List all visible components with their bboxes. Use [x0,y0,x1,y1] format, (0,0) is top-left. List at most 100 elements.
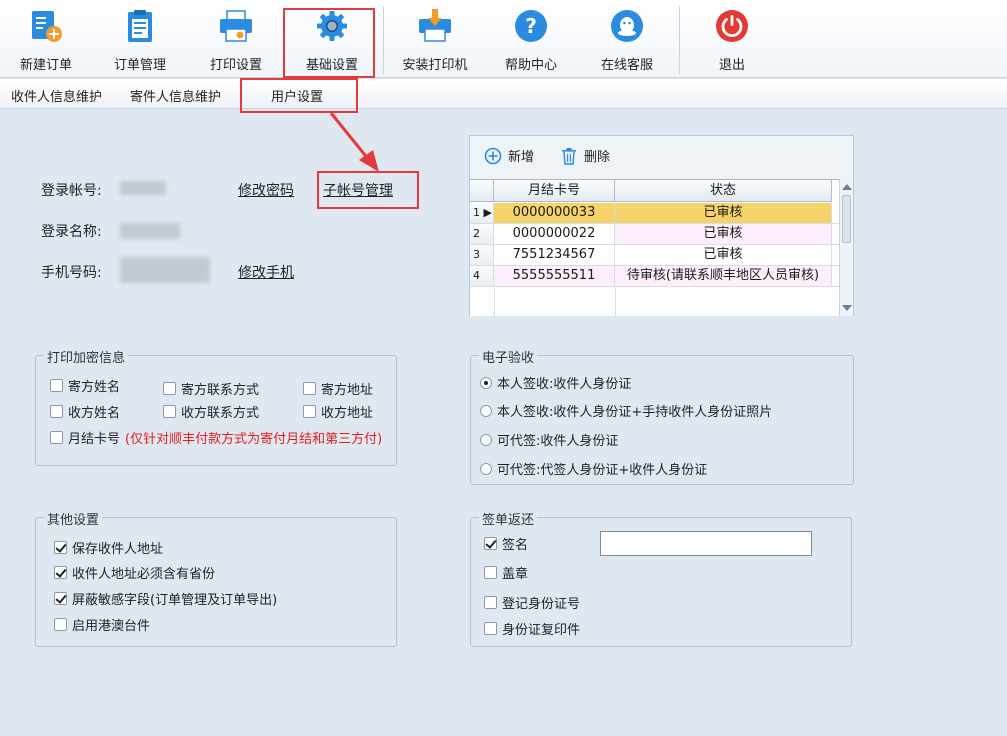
monthly-card-grid: 月结卡号 状态 1 ▶ 0000000033 已审核 2 0000000022 … [470,179,840,317]
change-password-link[interactable]: 修改密码 [238,180,294,200]
grid-column-line [615,288,616,317]
power-icon [716,10,748,42]
login-account-label: 登录帐号: [41,183,102,199]
id-copy-checkbox[interactable]: 身份证复印件 [484,619,580,638]
help-icon: ? [515,10,547,42]
gear-icon [317,11,347,41]
grid-column-line [494,288,495,317]
install-printer-label: 安装打印机 [402,58,468,73]
phone-label: 手机号码: [41,265,102,281]
signature-input[interactable] [600,531,812,556]
delete-button[interactable]: 删除 [560,146,610,165]
e-receipt-title: 电子验收 [479,347,538,366]
grid-header-status[interactable]: 状态 [615,180,832,202]
sign-return-group: 签单返还 签名 盖章 登记身份证号 身份证复印件 [470,509,852,647]
add-label: 新增 [508,150,535,165]
row-number: 4 [470,266,494,286]
help-center-label: 帮助中心 [504,58,557,73]
receiver-name-checkbox[interactable]: 收方姓名 [50,402,120,421]
sub-tab-bar: 收件人信息维护 寄件人信息维护 用户设置 [0,79,1007,109]
masked-phone [120,257,210,283]
new-order-button[interactable]: 新建订单 [0,6,92,74]
require-province-checkbox[interactable]: 收件人地址必须含有省份 [54,563,215,582]
card-cell: 7551234567 [494,245,615,265]
exit-label: 退出 [718,58,745,73]
table-row[interactable]: 4 5555555511 待审核(请联系顺丰地区人员审核) [470,266,840,287]
add-button[interactable]: 新增 [484,146,534,165]
help-center-button[interactable]: ? 帮助中心 [485,6,577,74]
tab-user-settings[interactable]: 用户设置 [271,86,323,105]
grid-toolbar: 新增 删除 [470,136,853,178]
card-cell: 0000000033 [494,203,615,223]
scroll-up-icon[interactable] [842,184,852,190]
grid-scrollbar[interactable] [839,179,853,316]
status-cell: 已审核 [615,245,832,265]
receipt-option-proxy-id[interactable]: 可代签:收件人身份证 [480,430,618,449]
receipt-option-self-id-photo[interactable]: 本人签收:收件人身份证+手持收件人身份证照片 [480,401,772,420]
exit-button[interactable]: 退出 [686,6,778,74]
other-settings-group: 其他设置 保存收件人地址 收件人地址必须含有省份 屏蔽敏感字段(订单管理及订单导… [35,509,397,647]
print-settings-button[interactable]: 打印设置 [190,6,282,74]
toolbar-separator [383,6,384,74]
new-order-icon [32,11,62,42]
trash-icon [562,147,576,165]
table-row[interactable]: 3 7551234567 已审核 [470,245,840,266]
grid-header-card[interactable]: 月结卡号 [494,180,615,202]
basic-settings-button[interactable]: 基础设置 [286,6,378,74]
monthly-card-panel: 新增 删除 月结卡号 状态 1 ▶ 0000000033 已审核 2 00000… [469,135,854,317]
annotation-arrow-icon [329,112,379,172]
table-row[interactable]: 1 ▶ 0000000033 已审核 [470,203,840,224]
mask-sensitive-checkbox[interactable]: 屏蔽敏感字段(订单管理及订单导出) [54,589,277,608]
save-address-checkbox[interactable]: 保存收件人地址 [54,538,163,557]
order-management-label: 订单管理 [113,58,166,73]
change-phone-link[interactable]: 修改手机 [238,262,294,282]
status-cell: 待审核(请联系顺丰地区人员审核) [615,266,832,286]
register-id-checkbox[interactable]: 登记身份证号 [484,593,580,612]
receiver-contact-checkbox[interactable]: 收方联系方式 [163,402,259,421]
e-receipt-group: 电子验收 本人签收:收件人身份证 本人签收:收件人身份证+手持收件人身份证照片 … [470,347,854,485]
install-printer-icon [419,9,451,42]
svg-text:?: ? [525,14,537,38]
receipt-option-proxy-both-id[interactable]: 可代签:代签人身份证+收件人身份证 [480,459,707,478]
add-circle-icon [484,147,502,164]
sender-contact-checkbox[interactable]: 寄方联系方式 [163,379,259,398]
masked-login-name [120,223,180,239]
stamp-checkbox[interactable]: 盖章 [484,563,528,582]
receiver-address-checkbox[interactable]: 收方地址 [303,402,373,421]
sender-address-checkbox[interactable]: 寄方地址 [303,379,373,398]
row-pointer-icon: ▶ [483,206,492,219]
grid-corner-header [470,180,494,202]
install-printer-button[interactable]: 安装打印机 [389,6,481,74]
tab-sender-info[interactable]: 寄件人信息维护 [130,86,221,105]
sub-account-link[interactable]: 子帐号管理 [323,180,393,200]
tab-recipient-info[interactable]: 收件人信息维护 [11,86,102,105]
status-cell: 已审核 [615,203,832,223]
basic-settings-label: 基础设置 [305,58,358,73]
print-settings-label: 打印设置 [209,58,262,73]
monthly-card-checkbox[interactable]: 月结卡号 (仅针对顺丰付款方式为寄付月结和第三方付) [50,428,382,447]
sender-name-checkbox[interactable]: 寄方姓名 [50,376,120,395]
other-settings-title: 其他设置 [44,509,103,528]
printer-settings-icon [220,10,252,42]
card-cell: 0000000022 [494,224,615,244]
sign-return-title: 签单返还 [479,509,538,528]
enable-hk-macau-tw-checkbox[interactable]: 启用港澳台件 [54,615,150,634]
scroll-down-icon[interactable] [842,305,852,311]
masked-login-account [120,181,166,195]
print-encrypt-title: 打印加密信息 [44,347,129,366]
chat-icon [611,10,643,42]
clipboard-icon [128,10,152,42]
order-management-button[interactable]: 订单管理 [94,6,186,74]
online-service-label: 在线客服 [600,58,653,73]
monthly-card-note: (仅针对顺丰付款方式为寄付月结和第三方付) [125,432,383,447]
receipt-option-self-id[interactable]: 本人签收:收件人身份证 [480,373,631,392]
signature-checkbox[interactable]: 签名 [484,534,528,553]
table-row[interactable]: 2 0000000022 已审核 [470,224,840,245]
toolbar-separator [679,6,680,74]
new-order-label: 新建订单 [19,58,72,73]
status-cell: 已审核 [615,224,832,244]
row-number: 1 ▶ [470,203,494,223]
online-service-button[interactable]: 在线客服 [581,6,673,74]
row-number: 2 [470,224,494,244]
scroll-thumb[interactable] [842,195,851,243]
